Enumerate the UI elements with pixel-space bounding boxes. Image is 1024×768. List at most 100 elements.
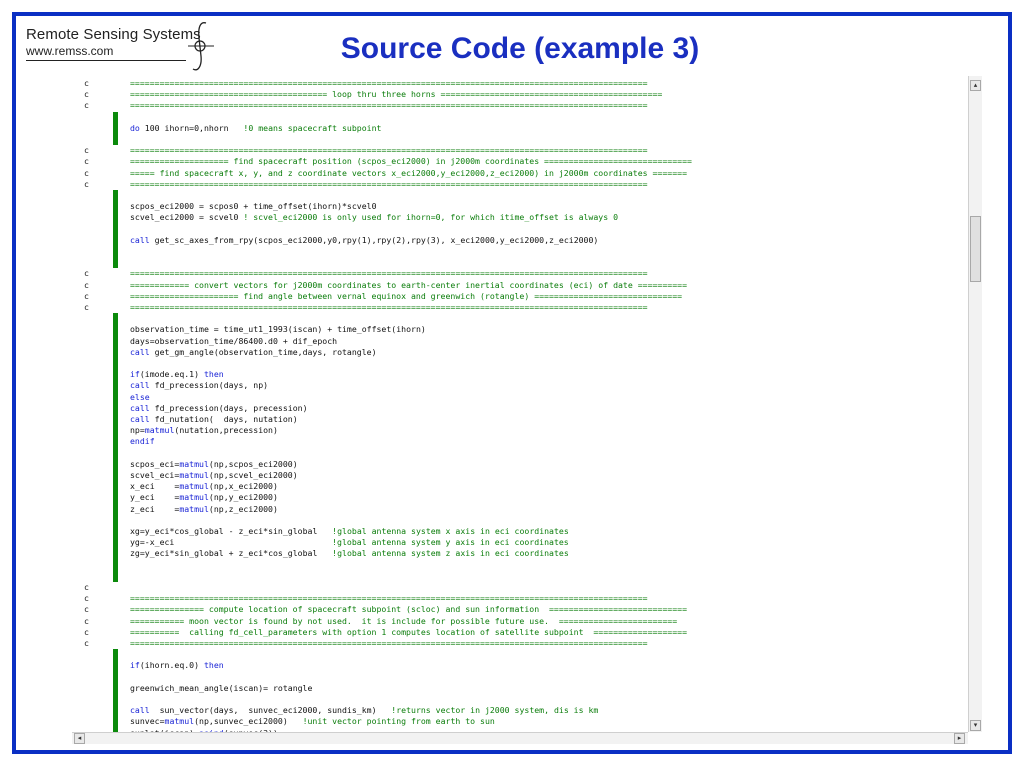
line-text: scvel_eci=matmul(np,scvel_eci2000) <box>130 470 298 480</box>
line-text: days=observation_time/86400.d0 + dif_epo… <box>130 335 338 346</box>
code-line: call get_sc_axes_from_rpy(scpos_eci2000,… <box>84 235 598 246</box>
line-text: else <box>130 391 150 402</box>
line-text: call get_gm_angle(observation_time,days,… <box>130 346 377 357</box>
line-text: do 100 ihorn=0,nhorn !0 means spacecraft… <box>130 122 382 133</box>
scroll-left-arrow-icon[interactable]: ◂ <box>74 733 85 744</box>
logo-url: www.remss.com <box>26 44 114 58</box>
line-text: call fd_precession(days, np) <box>130 380 269 391</box>
comment-marker: c <box>84 167 89 178</box>
line-text: ========================================… <box>130 638 648 648</box>
code-line: z_eci =matmul(np,z_eci2000) <box>84 504 278 515</box>
code-line: y_eci =matmul(np,y_eci2000) <box>84 492 278 503</box>
comment-line: c =======================================… <box>84 100 648 111</box>
comment-line: c =========== moon vector is found by not… <box>84 616 677 627</box>
line-text: greenwich_mean_angle(iscan)= rotangle <box>130 682 313 693</box>
code-line: if(ihorn.eq.0) then <box>84 660 224 671</box>
comment-line: c <box>84 582 130 593</box>
comment-marker: c <box>84 178 89 189</box>
code-line: yg=-x_eci !global antenna system y axis … <box>84 537 569 548</box>
logo-integral-icon <box>188 22 214 71</box>
comment-line: c ==================== find spacecraft po… <box>84 156 692 167</box>
line-text: scpos_eci2000 = scpos0 + time_offset(iho… <box>130 201 377 212</box>
vertical-scrollbar[interactable]: ▴ ▾ <box>968 76 982 732</box>
code-line: call get_gm_angle(observation_time,days,… <box>84 347 377 358</box>
comment-marker: c <box>84 290 89 301</box>
code-line: endif <box>84 436 155 447</box>
vertical-scroll-thumb[interactable] <box>970 216 981 282</box>
code-line: call fd_precession(days, np) <box>84 380 268 391</box>
scroll-right-arrow-icon[interactable]: ▸ <box>954 733 965 744</box>
code-line: scpos_eci=matmul(np,scpos_eci2000) <box>84 459 298 470</box>
scroll-up-arrow-icon[interactable]: ▴ <box>970 80 981 91</box>
line-text: x_eci =matmul(np,x_eci2000) <box>130 481 278 492</box>
line-text: zg=y_eci*sin_global + z_eci*cos_global !… <box>130 548 569 559</box>
comment-marker: c <box>84 593 89 604</box>
comment-line: c =======================================… <box>84 638 648 649</box>
comment-marker: c <box>84 582 89 592</box>
scroll-down-arrow-icon[interactable]: ▾ <box>970 720 981 731</box>
comment-line: c ===== find spacecraft x, y, and z coord… <box>84 168 687 179</box>
code-line: call fd_precession(days, precession) <box>84 403 308 414</box>
code-area[interactable]: c =======================================… <box>72 76 968 732</box>
line-text: xg=y_eci*cos_global - z_eci*sin_global !… <box>130 526 569 536</box>
line-text: call sun_vector(days, sunvec_eci2000, su… <box>130 705 599 716</box>
line-text: ========================================… <box>130 145 648 156</box>
comment-line: c =======================================… <box>84 268 648 279</box>
code-line: else <box>84 392 150 403</box>
line-text: =============== compute location of spac… <box>130 604 688 615</box>
line-text: ========================================… <box>130 100 648 111</box>
logo-underline <box>26 60 186 61</box>
code-line: if(imode.eq.1) then <box>84 369 224 380</box>
line-text: ========================================… <box>130 89 663 100</box>
line-text: ========================================… <box>130 593 648 604</box>
comment-marker: c <box>84 268 89 279</box>
line-text: np=matmul(nutation,precession) <box>130 425 278 436</box>
line-text: call fd_precession(days, precession) <box>130 402 308 413</box>
comment-line: c =======================================… <box>84 145 648 156</box>
comment-marker: c <box>84 156 89 167</box>
line-text: ============ convert vectors for j2000m … <box>130 279 688 290</box>
line-text: if(ihorn.eq.0) then <box>130 660 224 671</box>
comment-marker: c <box>84 626 89 637</box>
line-text: observation_time = time_ut1_1993(iscan) … <box>130 324 426 335</box>
code-line: greenwich_mean_angle(iscan)= rotangle <box>84 683 312 694</box>
horizontal-scrollbar[interactable]: ◂ ▸ <box>72 732 968 744</box>
comment-marker: c <box>84 145 89 156</box>
comment-marker: c <box>84 638 89 648</box>
comment-line: c =======================================… <box>84 78 648 89</box>
code-line: call fd_nutation( days, nutation) <box>84 414 298 425</box>
line-text: ========== calling fd_cell_parameters wi… <box>130 626 688 637</box>
code-line: scvel_eci2000 = scvel0 ! scvel_eci2000 i… <box>84 212 618 223</box>
line-text: ========================================… <box>130 268 648 279</box>
line-text: ========================================… <box>130 302 648 312</box>
line-text: y_eci =matmul(np,y_eci2000) <box>130 492 278 503</box>
code-line: observation_time = time_ut1_1993(iscan) … <box>84 324 426 335</box>
line-text: scpos_eci=matmul(np,scpos_eci2000) <box>130 458 298 469</box>
comment-marker: c <box>84 89 89 100</box>
code-line: do 100 ihorn=0,nhorn !0 means spacecraft… <box>84 123 381 134</box>
comment-line: c ============ convert vectors for j2000m… <box>84 280 687 291</box>
line-text: ===== find spacecraft x, y, and z coordi… <box>130 167 688 178</box>
code-line: call sun_vector(days, sunvec_eci2000, su… <box>84 705 598 716</box>
comment-line: c =============== compute location of spa… <box>84 604 687 615</box>
comment-marker: c <box>84 302 89 312</box>
line-text: =========== moon vector is found by not … <box>130 615 678 626</box>
comment-line: c =======================================… <box>84 89 662 100</box>
line-text: call get_sc_axes_from_rpy(scpos_eci2000,… <box>130 234 599 245</box>
comment-line: c ====================== find angle betwe… <box>84 291 682 302</box>
comment-marker: c <box>84 279 89 290</box>
code-viewer[interactable]: c =======================================… <box>72 76 982 744</box>
comment-marker: c <box>84 100 89 111</box>
code-line: np=matmul(nutation,precession) <box>84 425 278 436</box>
